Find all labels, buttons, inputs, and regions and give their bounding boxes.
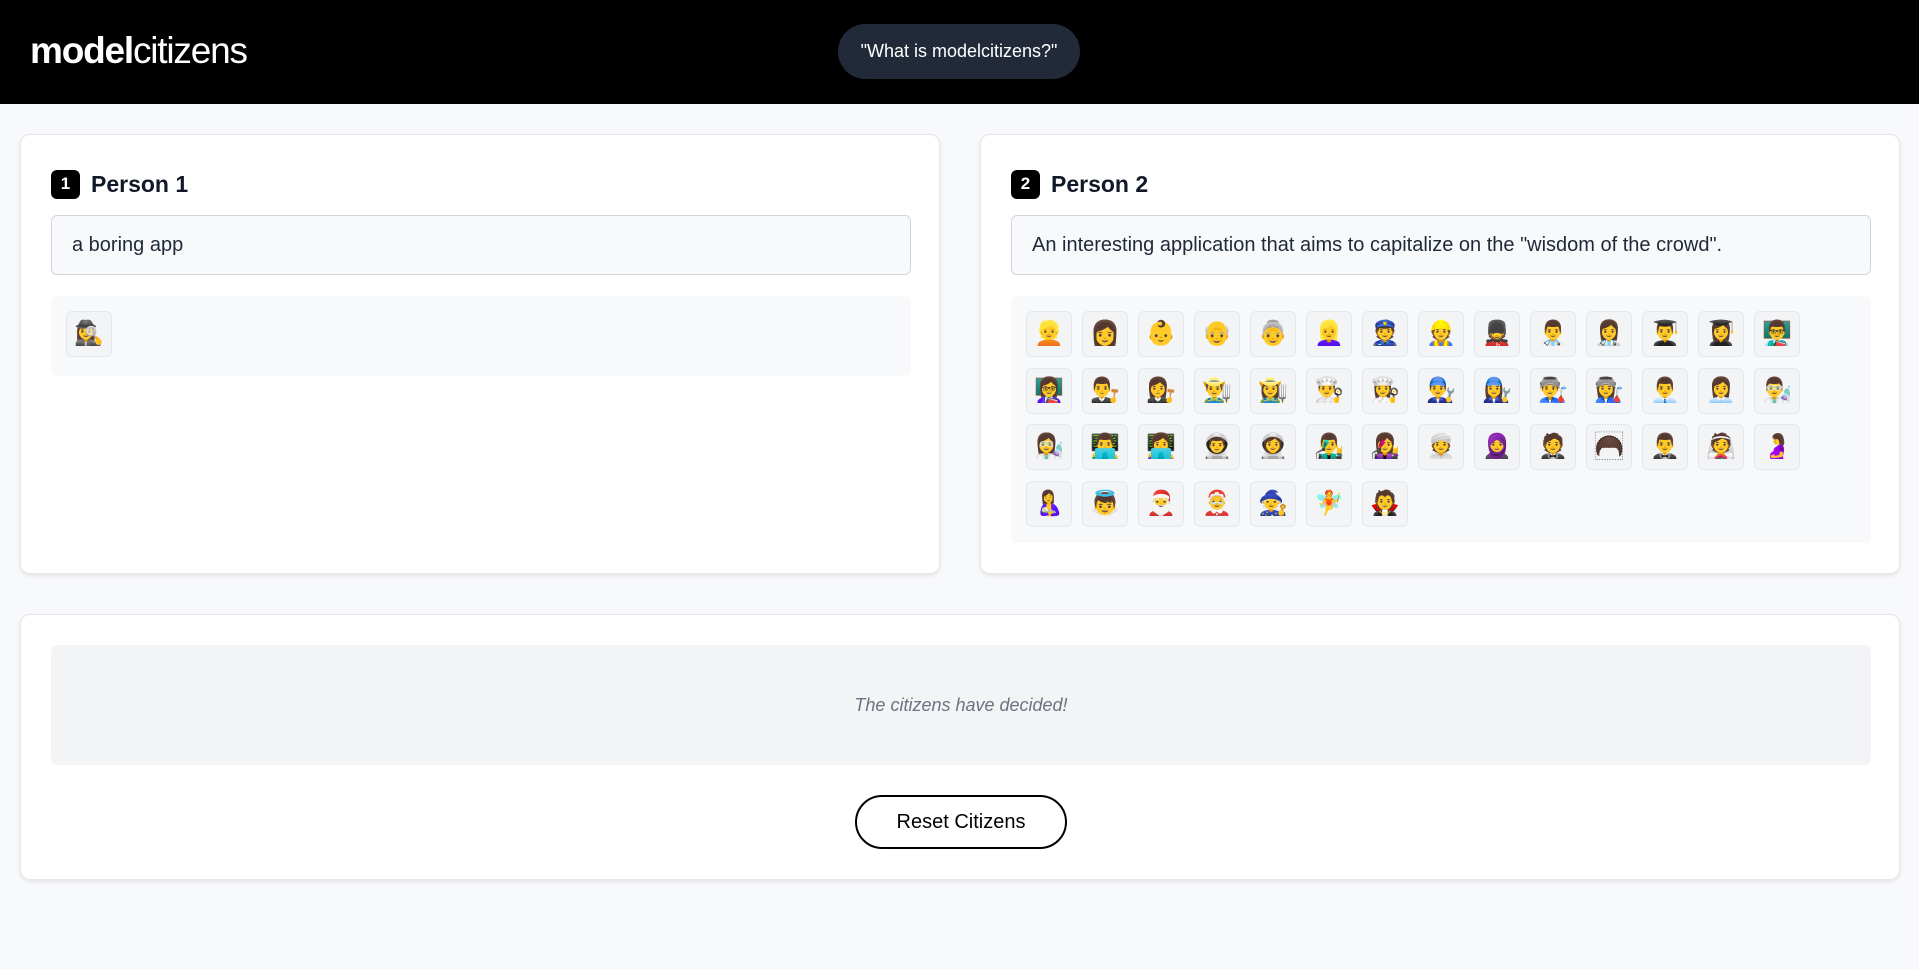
citizen-avatar-icon[interactable]: 👶 <box>1138 311 1184 357</box>
results-card: The citizens have decided! Reset Citizen… <box>20 614 1900 880</box>
citizen-avatar-icon[interactable]: 👨‍⚖️ <box>1082 367 1128 414</box>
top-bar: modelcitizens "What is modelcitizens?" <box>0 0 1919 104</box>
citizen-avatar-icon[interactable]: 👨‍🎓 <box>1642 311 1688 357</box>
person-2-citizens-grid: 👱 👩 👶 👴 👵 👱‍♀️ 👮 👷 💂 👨‍⚕️ 👩‍⚕️ 👨‍🎓 👩‍🎓 👨‍🏫 👩‍🏫 👨‍⚖️ 👩‍⚖️… <box>1011 296 1871 543</box>
citizen-avatar-icon[interactable]: 👩‍⚖️ <box>1138 367 1184 414</box>
citizen-avatar-icon[interactable]: 👩‍🔧 <box>1474 367 1520 414</box>
result-message: The citizens have decided! <box>854 694 1068 715</box>
citizen-avatar-icon[interactable]: 💂 <box>1474 311 1520 357</box>
logo[interactable]: modelcitizens <box>30 30 248 72</box>
citizen-avatar-icon[interactable]: 👩‍🚀 <box>1250 424 1296 470</box>
reset-citizens-button[interactable]: Reset Citizens <box>855 795 1067 849</box>
citizen-avatar-icon[interactable]: 👨‍🎤 <box>1306 424 1352 470</box>
citizen-avatar-icon[interactable]: 👩‍🍳 <box>1362 367 1408 414</box>
citizen-avatar-icon[interactable]: 👩‍🎤 <box>1362 424 1408 470</box>
citizen-avatar-icon[interactable]: 👨‍🏫 <box>1754 311 1800 357</box>
citizen-avatar-icon[interactable]: 👩‍🌾 <box>1250 367 1296 414</box>
citizen-avatar-icon[interactable]: 👨‍🚀 <box>1194 424 1240 470</box>
person-1-input[interactable] <box>51 215 911 275</box>
citizen-avatar-icon[interactable]: 👨‍⚕️ <box>1530 311 1576 357</box>
person-2-title: Person 2 <box>1051 170 1149 197</box>
citizen-avatar-icon[interactable]: 👼 <box>1082 480 1128 527</box>
citizen-avatar-icon[interactable]: 🤵 <box>1530 424 1576 470</box>
citizen-avatar-icon[interactable]: 👨‍🍳 <box>1306 367 1352 414</box>
person-2-card: 2 Person 2 👱👩👶👴👵👱‍♀️👮👷💂👨‍⚕️👩‍⚕️👨‍🎓👩‍🎓👨‍🏫… <box>980 134 1900 574</box>
citizen-avatar-icon[interactable]: 👩‍💻 <box>1138 424 1184 470</box>
citizen-avatar-icon[interactable]: 🤱 <box>1026 480 1072 527</box>
citizen-avatar-icon[interactable]: 🤵‍♂️ <box>1642 424 1688 470</box>
citizen-avatar-icon[interactable]: 👩‍🔬 <box>1026 424 1072 470</box>
citizen-avatar-icon[interactable]: 👨‍💻 <box>1082 424 1128 470</box>
citizen-avatar-icon[interactable]: 🤰 <box>1754 424 1800 470</box>
citizen-avatar-icon[interactable]: 👱‍♀️ <box>1306 311 1352 357</box>
person-2-number-badge: 2 <box>1011 169 1040 199</box>
citizen-avatar-icon[interactable]: 👩 <box>1082 311 1128 357</box>
citizen-avatar-icon[interactable]: 👨‍🌾 <box>1194 367 1240 414</box>
citizen-avatar-icon[interactable]: 👰 <box>1698 424 1744 470</box>
citizen-avatar-icon[interactable]: 🤶 <box>1194 480 1240 527</box>
citizen-avatar-icon[interactable]: 🕵️‍♀️ <box>66 311 112 357</box>
citizen-avatar-icon[interactable]: 👴 <box>1194 311 1240 357</box>
citizen-avatar-icon[interactable]: 🧕 <box>1474 424 1520 470</box>
citizen-avatar-icon[interactable]: 🎅 <box>1138 480 1184 527</box>
citizen-avatar-icon[interactable]: 👨‍💼 <box>1642 367 1688 414</box>
result-panel: The citizens have decided! <box>51 645 1871 765</box>
person-1-header: 1 Person 1 <box>51 169 188 199</box>
citizen-avatar-icon[interactable]: 👨‍🔧 <box>1418 367 1464 414</box>
citizen-avatar-icon[interactable]: 👩‍🏭 <box>1586 367 1632 414</box>
citizen-avatar-icon[interactable]: 👮 <box>1362 311 1408 357</box>
what-is-modelcitizens-button[interactable]: "What is modelcitizens?" <box>838 24 1080 79</box>
person-1-title: Person 1 <box>91 170 189 197</box>
citizen-avatar-icon[interactable]: 👩‍💼 <box>1698 367 1744 414</box>
citizen-avatar-icon[interactable]: 👨‍🔬 <box>1754 367 1800 414</box>
citizen-avatar-icon[interactable]: 👳 <box>1418 424 1464 470</box>
citizen-avatar-icon[interactable]: 👨‍🏭 <box>1530 367 1576 414</box>
person-1-card: 1 Person 1 🕵️‍♀️ <box>20 134 940 574</box>
person-1-citizens-grid: 🕵️‍♀️ <box>51 296 911 376</box>
citizen-avatar-icon[interactable]: 🧚 <box>1306 480 1352 527</box>
citizen-avatar-icon[interactable]: 🧛 <box>1362 480 1408 527</box>
citizen-avatar-icon[interactable]: 👩‍🎓 <box>1698 311 1744 357</box>
citizen-avatar-icon[interactable]: 🦱 <box>1586 424 1632 470</box>
citizen-avatar-icon[interactable]: 👵 <box>1250 311 1296 357</box>
citizen-avatar-icon[interactable]: 👩‍🏫 <box>1026 367 1072 414</box>
logo-citizens-text: citizens <box>132 30 248 71</box>
citizen-avatar-icon[interactable]: 🧙 <box>1250 480 1296 527</box>
person-1-number-badge: 1 <box>51 169 80 199</box>
person-2-header: 2 Person 2 <box>1011 169 1148 199</box>
citizen-avatar-icon[interactable]: 👱 <box>1026 311 1072 357</box>
citizen-avatar-icon[interactable]: 👩‍⚕️ <box>1586 311 1632 357</box>
logo-model-text: model <box>30 30 134 71</box>
citizen-avatar-icon[interactable]: 👷 <box>1418 311 1464 357</box>
person-2-input[interactable] <box>1011 215 1871 275</box>
